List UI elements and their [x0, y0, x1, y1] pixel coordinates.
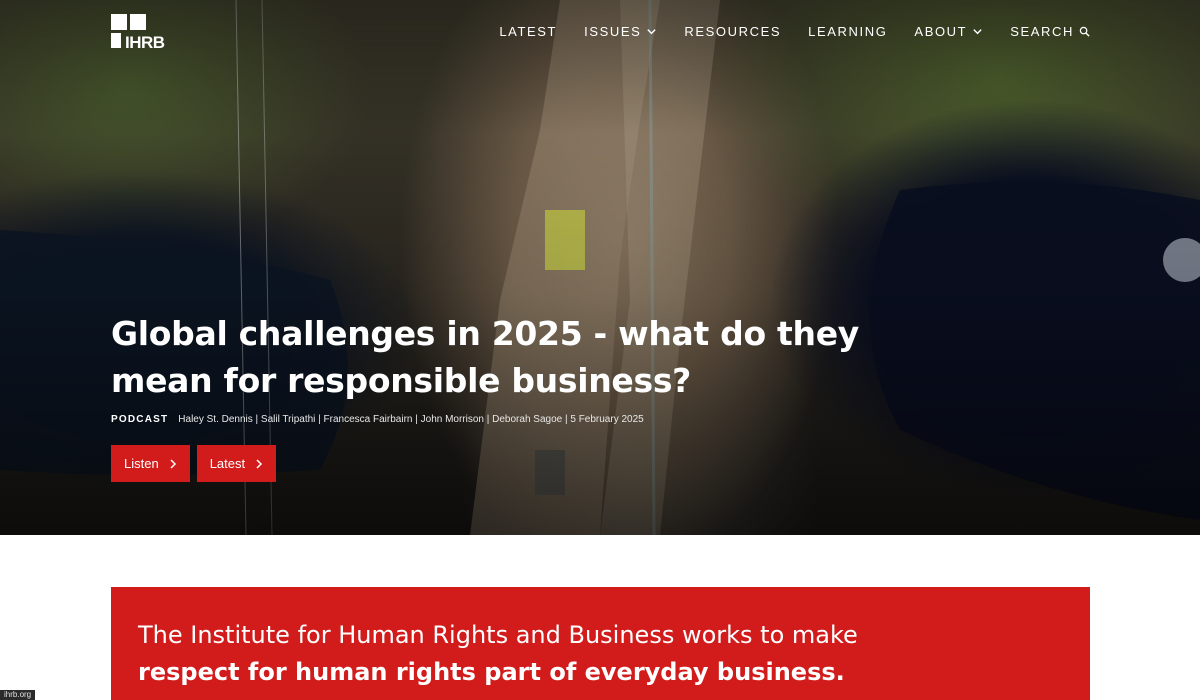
article-meta: PODCAST Haley St. Dennis | Salil Tripath… — [111, 414, 644, 425]
hero-actions: Listen Latest — [111, 445, 277, 482]
listen-button-label: Listen — [124, 456, 159, 471]
mission-line-2: respect for human rights part of everyda… — [138, 658, 845, 686]
chevron-down-icon — [973, 29, 982, 35]
status-bar-url: ihrb.org — [0, 690, 36, 700]
nav-learning-label: LEARNING — [808, 24, 888, 39]
nav-about-label: ABOUT — [914, 24, 968, 39]
nav-learning[interactable]: LEARNING — [808, 24, 887, 39]
nav-issues[interactable]: ISSUES — [584, 24, 657, 39]
logo-text: IHRB — [125, 33, 165, 52]
nav-search-label: SEARCH — [1010, 24, 1074, 39]
chevron-right-icon — [170, 458, 176, 469]
content-type-label: PODCAST — [111, 414, 169, 425]
nav-latest-label: LATEST — [499, 24, 558, 39]
latest-button[interactable]: Latest — [196, 445, 277, 482]
ihrb-logo[interactable]: IHRB — [111, 14, 175, 52]
nav-about[interactable]: ABOUT — [914, 24, 983, 39]
nav-latest[interactable]: LATEST — [499, 24, 557, 39]
nav-issues-label: ISSUES — [584, 24, 642, 39]
latest-button-label: Latest — [209, 456, 246, 471]
listen-button[interactable]: Listen — [111, 445, 190, 482]
search-icon — [1079, 26, 1090, 37]
mission-statement: The Institute for Human Rights and Busin… — [111, 587, 1090, 700]
main-navigation: LATEST ISSUES RESOURCES LEARNING ABOUT S… — [499, 24, 1090, 39]
nav-resources-label: RESOURCES — [684, 24, 782, 39]
nav-resources[interactable]: RESOURCES — [684, 24, 781, 39]
hero-banner: IHRB LATEST ISSUES RESOURCES LEARNING AB… — [0, 0, 1200, 535]
chevron-down-icon — [647, 29, 657, 35]
nav-search[interactable]: SEARCH — [1010, 24, 1090, 39]
authors-and-date: Haley St. Dennis | Salil Tripathi | Fran… — [178, 414, 644, 425]
chevron-right-icon — [256, 458, 263, 469]
hero-title[interactable]: Global challenges in 2025 - what do they… — [111, 310, 871, 404]
mission-line-1: The Institute for Human Rights and Busin… — [138, 621, 858, 649]
